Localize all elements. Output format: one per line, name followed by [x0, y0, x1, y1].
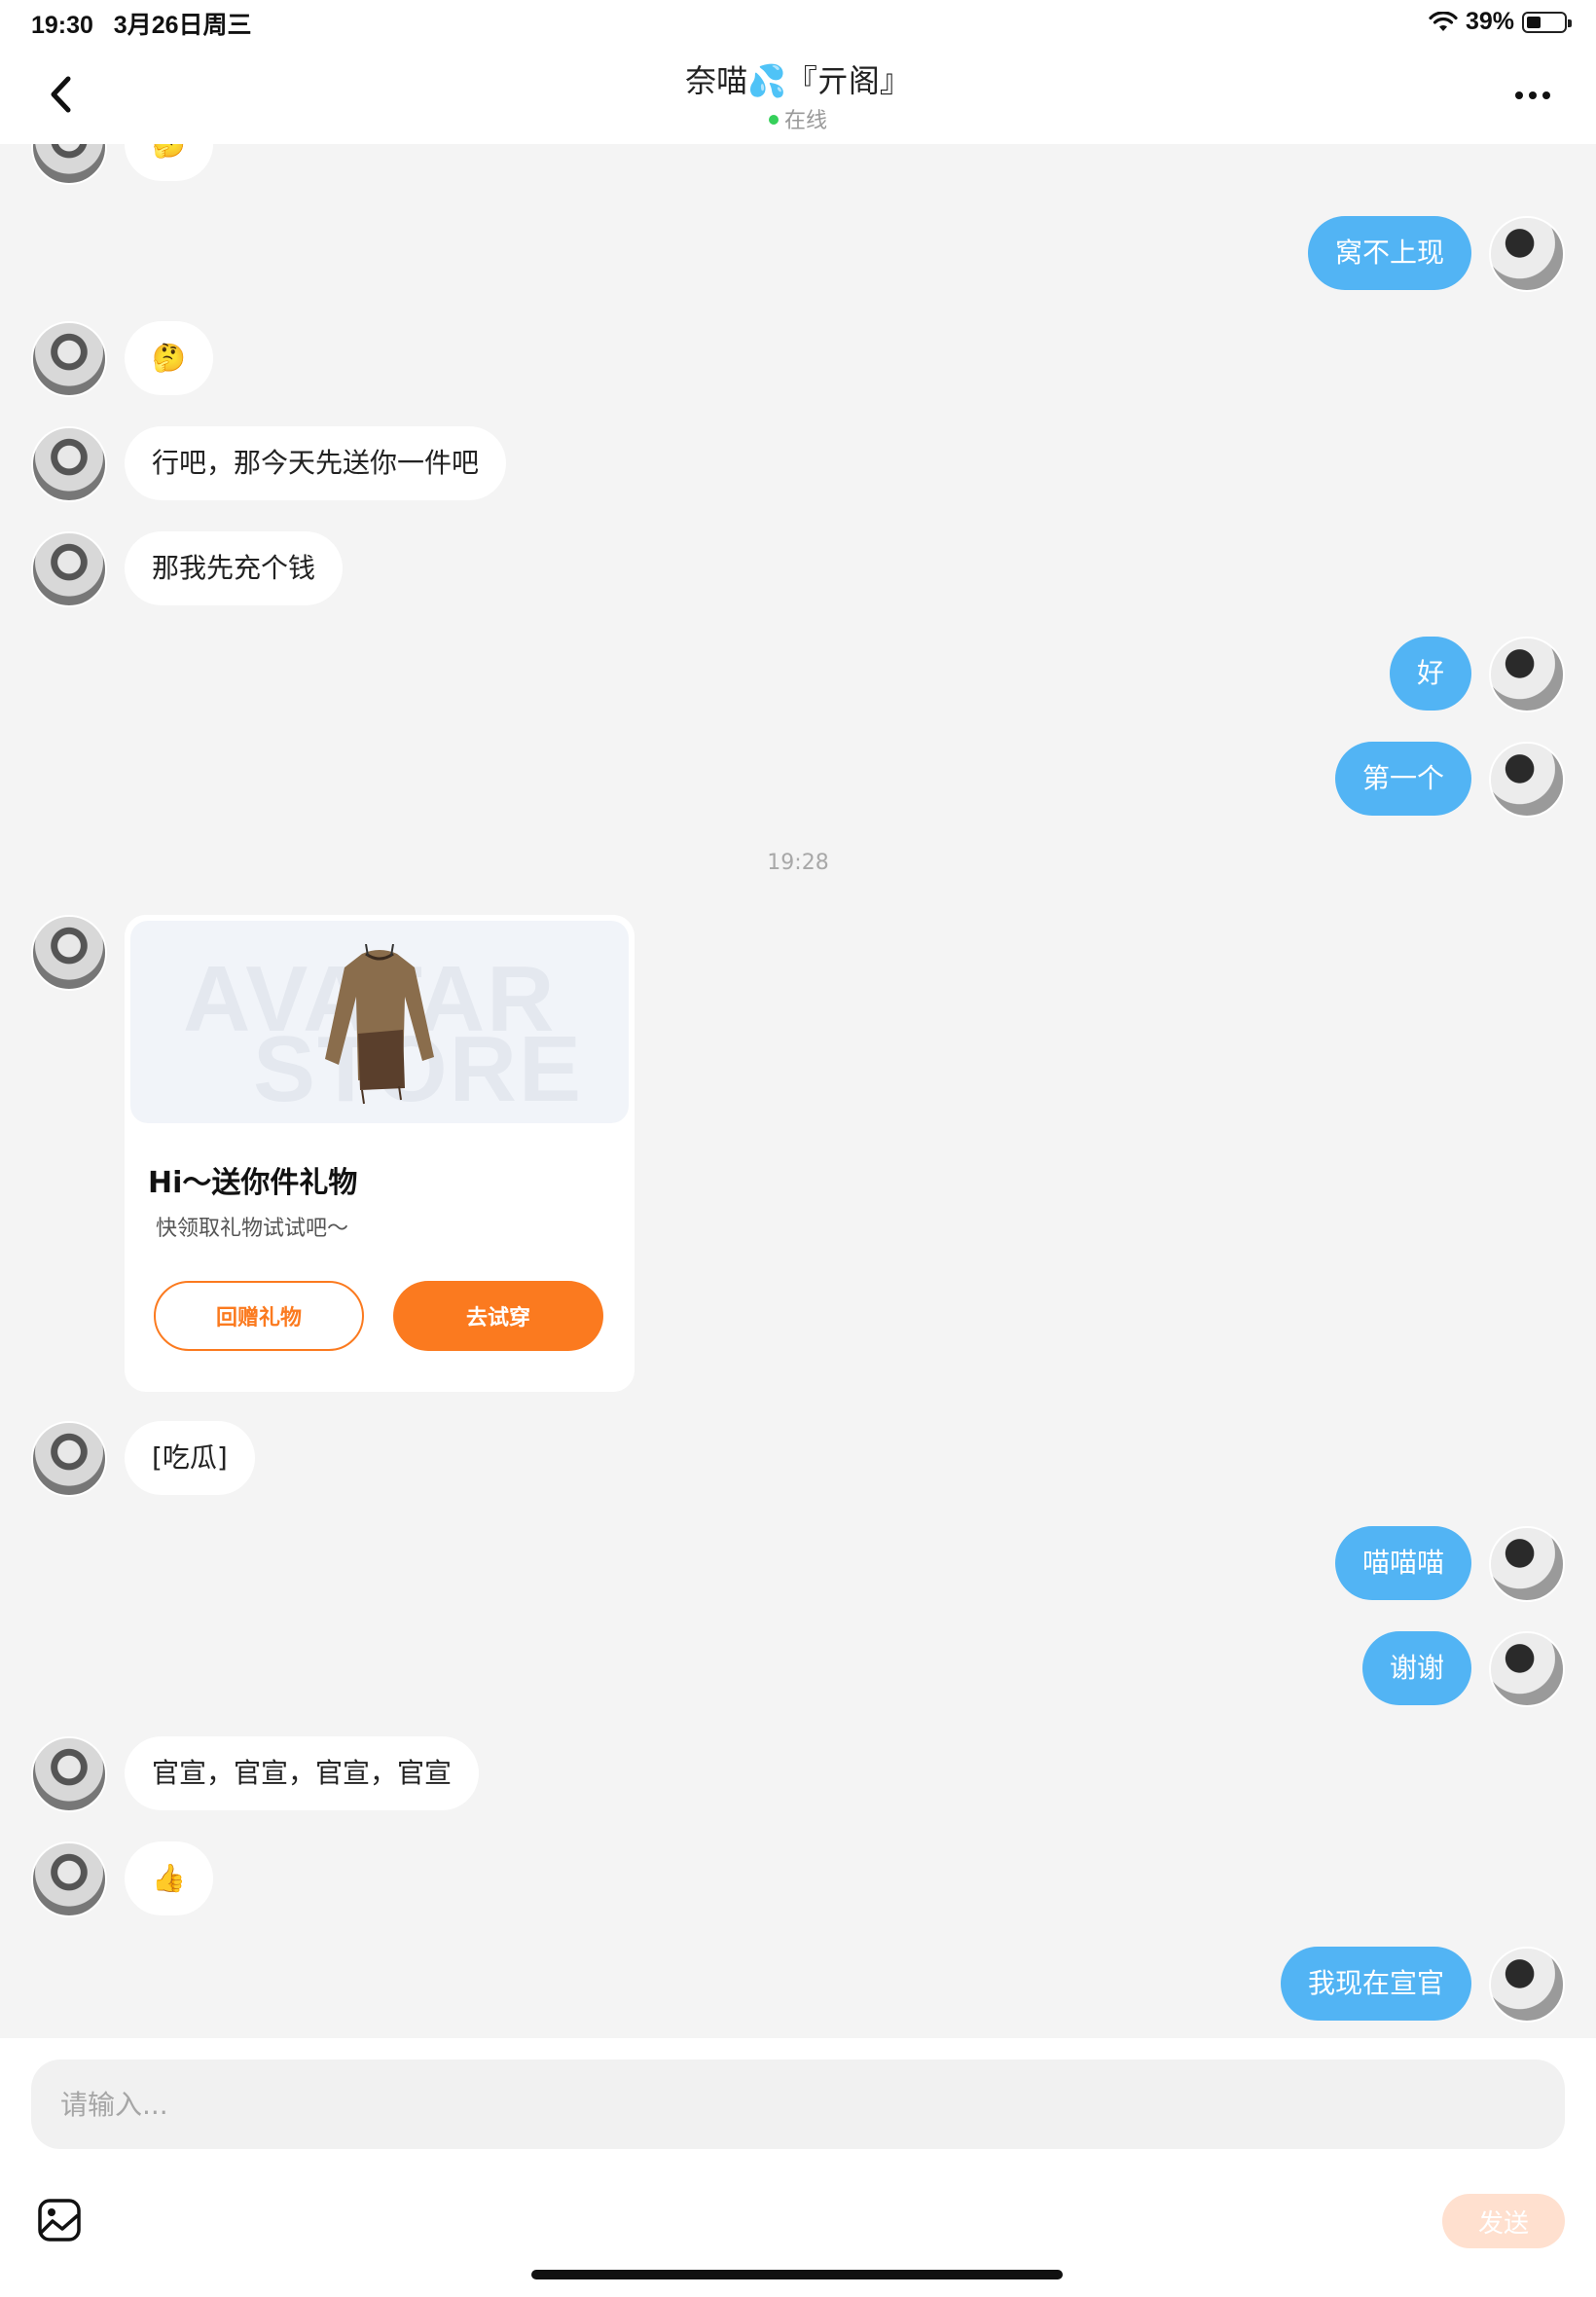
time-divider: 19:28 — [767, 851, 829, 875]
message-bubble[interactable]: 🤔 — [125, 144, 213, 181]
message-bubble[interactable]: [吃瓜] — [125, 1421, 255, 1495]
message-bubble[interactable]: 官宣，官宣，官宣，官宣 — [125, 1736, 480, 1810]
my-avatar[interactable] — [1489, 637, 1565, 712]
try-on-button[interactable]: 去试穿 — [393, 1281, 603, 1351]
battery-percent: 39% — [1465, 8, 1514, 35]
chat-header: 奈喵💦『亓阁』 在线 — [0, 47, 1596, 144]
status-indicators: 39% — [1429, 8, 1572, 36]
image-button[interactable] — [37, 2198, 82, 2242]
contact-suffix: 『亓阁』 — [785, 62, 911, 99]
my-avatar[interactable] — [1489, 1631, 1565, 1707]
my-avatar[interactable] — [1489, 1526, 1565, 1602]
contact-name: 奈喵 — [685, 62, 748, 99]
contact-avatar[interactable] — [31, 1841, 107, 1917]
contact-avatar[interactable] — [31, 915, 107, 991]
return-gift-button[interactable]: 回赠礼物 — [154, 1281, 364, 1351]
dress-icon — [325, 944, 434, 1105]
input-panel: 发送 — [0, 2038, 1596, 2297]
message-bubble[interactable]: 窝不上现 — [1307, 216, 1471, 290]
contact-avatar[interactable] — [31, 1736, 107, 1812]
my-avatar[interactable] — [1489, 1947, 1565, 2023]
message-list[interactable]: 🤔 窝不上现 🤔 行吧，那今天先送你一件吧 那我先充个钱 好 第一个 19:28… — [0, 144, 1596, 2038]
online-status: 在线 — [0, 103, 1596, 134]
contact-avatar[interactable] — [31, 531, 107, 607]
battery-icon — [1522, 11, 1572, 33]
gift-subtitle: 快领取礼物试试吧～ — [156, 1217, 349, 1241]
my-avatar[interactable] — [1489, 742, 1565, 818]
more-dots-icon — [1515, 91, 1550, 99]
message-input[interactable] — [31, 2060, 1565, 2149]
send-button[interactable]: 发送 — [1442, 2194, 1565, 2248]
status-time: 19:30 3月26日周三 — [31, 6, 252, 41]
message-bubble[interactable]: 谢谢 — [1361, 1631, 1471, 1705]
gift-image: AVATAR STORE — [130, 921, 629, 1123]
sweat-drops-emoji: 💦 — [747, 62, 786, 99]
message-bubble[interactable]: 👍 — [125, 1841, 213, 1915]
message-bubble[interactable]: 行吧，那今天先送你一件吧 — [125, 426, 507, 500]
contact-avatar[interactable] — [31, 321, 107, 397]
image-icon — [38, 2199, 81, 2242]
gift-card[interactable]: AVATAR STORE Hi～送你件礼物 快领取礼物试试吧～ 回赠礼物 去试穿 — [125, 915, 635, 1392]
home-indicator[interactable] — [531, 2270, 1063, 2279]
chat-title: 奈喵💦『亓阁』 — [0, 56, 1596, 101]
my-avatar[interactable] — [1489, 216, 1565, 292]
message-bubble[interactable]: 🤔 — [125, 321, 213, 395]
message-bubble[interactable]: 第一个 — [1334, 742, 1471, 816]
contact-avatar[interactable] — [31, 144, 107, 185]
status-bar: 19:30 3月26日周三 39% — [0, 0, 1596, 47]
date: 3月26日周三 — [113, 12, 252, 39]
gift-title: Hi～送你件礼物 — [148, 1166, 358, 1200]
message-bubble[interactable]: 喵喵喵 — [1334, 1526, 1471, 1600]
more-button[interactable] — [1508, 76, 1557, 115]
message-bubble[interactable]: 那我先充个钱 — [125, 531, 344, 605]
wifi-icon — [1429, 11, 1458, 31]
contact-avatar[interactable] — [31, 1421, 107, 1497]
online-dot-icon — [768, 115, 779, 125]
online-label: 在线 — [783, 109, 827, 133]
contact-avatar[interactable] — [31, 426, 107, 502]
message-bubble[interactable]: 我现在宣官 — [1280, 1947, 1471, 2021]
message-bubble[interactable]: 好 — [1389, 637, 1471, 711]
clock: 19:30 — [31, 12, 93, 39]
